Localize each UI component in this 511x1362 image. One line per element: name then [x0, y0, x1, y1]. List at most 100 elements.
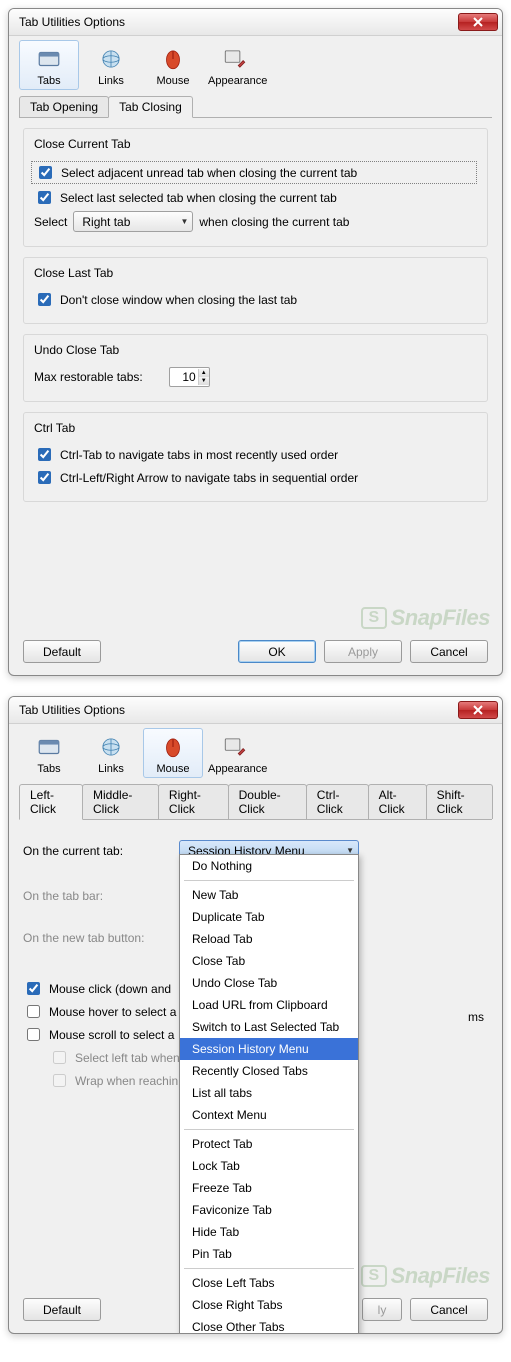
dropdown-separator: [184, 880, 354, 881]
fieldset-close-current-title: Close Current Tab: [30, 137, 135, 151]
toolbar-mouse[interactable]: Mouse: [143, 40, 203, 90]
toolbar-tabs[interactable]: Tabs: [19, 728, 79, 778]
mouse-icon: [160, 46, 186, 72]
close-icon: [473, 705, 483, 715]
dropdown-option[interactable]: Close Tab: [180, 950, 358, 972]
toolbar-appearance[interactable]: Appearance: [205, 728, 265, 778]
max-restorable-spinner[interactable]: ▲ ▼: [169, 367, 210, 387]
dropdown-option[interactable]: Load URL from Clipboard: [180, 994, 358, 1016]
dropdown-option[interactable]: Context Menu: [180, 1104, 358, 1126]
dropdown-option[interactable]: Lock Tab: [180, 1155, 358, 1177]
default-button[interactable]: Default: [23, 1298, 101, 1321]
cancel-button[interactable]: Cancel: [410, 1298, 488, 1321]
check-dont-close-label[interactable]: Don't close window when closing the last…: [34, 290, 297, 309]
dropdown-option[interactable]: Switch to Last Selected Tab: [180, 1016, 358, 1038]
toolbar-mouse[interactable]: Mouse: [143, 728, 203, 778]
tab-left-click[interactable]: Left-Click: [19, 784, 83, 820]
check-dont-close-text: Don't close window when closing the last…: [60, 293, 297, 307]
apply-button[interactable]: Apply: [324, 640, 402, 663]
select-tab-direction[interactable]: Right tab ▼: [73, 211, 193, 232]
check-mouse-scroll-label[interactable]: Mouse scroll to select a: [23, 1025, 174, 1044]
check-select-left-label[interactable]: Select left tab when: [49, 1048, 180, 1067]
window-close-button[interactable]: [458, 701, 498, 719]
dropdown-option[interactable]: Protect Tab: [180, 1133, 358, 1155]
dropdown-option[interactable]: Reload Tab: [180, 928, 358, 950]
check-adjacent[interactable]: [39, 166, 52, 179]
check-mouse-click-label[interactable]: Mouse click (down and: [23, 979, 171, 998]
fieldset-close-last-title: Close Last Tab: [30, 266, 117, 280]
spinner-up-icon[interactable]: ▲: [199, 369, 209, 377]
ok-button[interactable]: OK: [238, 640, 316, 663]
check-last-selected-label[interactable]: Select last selected tab when closing th…: [34, 188, 337, 207]
default-button[interactable]: Default: [23, 640, 101, 663]
dropdown-option[interactable]: Session History Menu: [180, 1038, 358, 1060]
check-wrap-label[interactable]: Wrap when reachin: [49, 1071, 178, 1090]
dropdown-option[interactable]: Close Other Tabs: [180, 1316, 358, 1334]
check-adjacent-label[interactable]: Select adjacent unread tab when closing …: [35, 163, 357, 182]
links-icon: [98, 46, 124, 72]
fieldset-close-last: Close Last Tab Don't close window when c…: [23, 257, 488, 324]
tab-alt-click[interactable]: Alt-Click: [368, 784, 427, 819]
left-click-panel: On the current tab: Session History Menu…: [9, 820, 502, 1290]
tab-ctrl-click[interactable]: Ctrl-Click: [306, 784, 369, 819]
select-tab-direction-value: Right tab: [82, 215, 130, 229]
check-last-selected-text: Select last selected tab when closing th…: [60, 191, 337, 205]
tab-opening[interactable]: Tab Opening: [19, 96, 109, 117]
toolbar-tabs-label: Tabs: [22, 75, 76, 87]
dropdown-option[interactable]: Undo Close Tab: [180, 972, 358, 994]
dropdown-option[interactable]: Pin Tab: [180, 1243, 358, 1265]
dropdown-option[interactable]: Faviconize Tab: [180, 1199, 358, 1221]
tab-double-click[interactable]: Double-Click: [228, 784, 307, 819]
tab-middle-click[interactable]: Middle-Click: [82, 784, 159, 819]
cancel-button[interactable]: Cancel: [410, 640, 488, 663]
dialog-mouse-leftclick: Tab Utilities Options Tabs Links Mouse A…: [8, 696, 503, 1334]
links-icon: [98, 734, 124, 760]
check-mouse-hover-label[interactable]: Mouse hover to select a: [23, 1002, 176, 1021]
appearance-icon: [222, 734, 248, 760]
check-last-selected[interactable]: [38, 191, 51, 204]
toolbar-appearance[interactable]: Appearance: [205, 40, 265, 90]
click-tab-strip: Left-Click Middle-Click Right-Click Doub…: [19, 784, 492, 820]
tabs-icon: [36, 46, 62, 72]
tabs-icon: [36, 734, 62, 760]
check-select-left[interactable]: [53, 1051, 66, 1064]
tab-right-click[interactable]: Right-Click: [158, 784, 229, 819]
dropdown-option[interactable]: Do Nothing: [180, 855, 358, 877]
toolbar-appearance-label: Appearance: [208, 75, 262, 87]
spinner-down-icon[interactable]: ▼: [199, 377, 209, 385]
window-close-button[interactable]: [458, 13, 498, 31]
select-label: Select: [34, 215, 67, 229]
current-tab-dropdown-menu[interactable]: Do Nothing New TabDuplicate TabReload Tab…: [179, 854, 359, 1334]
dialog-tabs-closing: Tab Utilities Options Tabs Links Mouse A…: [8, 8, 503, 676]
check-arrows-label[interactable]: Ctrl-Left/Right Arrow to navigate tabs i…: [34, 468, 358, 487]
toolbar-appearance-label: Appearance: [208, 763, 262, 775]
check-adjacent-text: Select adjacent unread tab when closing …: [61, 166, 357, 180]
check-mouse-hover-text: Mouse hover to select a: [49, 1005, 176, 1019]
check-mru-label[interactable]: Ctrl-Tab to navigate tabs in most recent…: [34, 445, 338, 464]
toolbar-links[interactable]: Links: [81, 728, 141, 778]
dropdown-option[interactable]: New Tab: [180, 884, 358, 906]
max-restorable-input[interactable]: [170, 370, 198, 384]
tab-closing[interactable]: Tab Closing: [108, 96, 193, 118]
check-mouse-hover[interactable]: [27, 1005, 40, 1018]
toolbar-tabs[interactable]: Tabs: [19, 40, 79, 90]
dropdown-option[interactable]: Hide Tab: [180, 1221, 358, 1243]
toolbar-tabs-label: Tabs: [22, 763, 76, 775]
dropdown-option[interactable]: Close Left Tabs: [180, 1272, 358, 1294]
dropdown-option[interactable]: Duplicate Tab: [180, 906, 358, 928]
appearance-icon: [222, 46, 248, 72]
check-dont-close[interactable]: [38, 293, 51, 306]
check-wrap-text: Wrap when reachin: [75, 1074, 178, 1088]
check-arrows[interactable]: [38, 471, 51, 484]
check-mouse-scroll[interactable]: [27, 1028, 40, 1041]
dropdown-option[interactable]: Recently Closed Tabs: [180, 1060, 358, 1082]
check-mru[interactable]: [38, 448, 51, 461]
dropdown-option[interactable]: Freeze Tab: [180, 1177, 358, 1199]
apply-button-clipped[interactable]: ly: [362, 1298, 402, 1321]
dropdown-option[interactable]: Close Right Tabs: [180, 1294, 358, 1316]
tab-shift-click[interactable]: Shift-Click: [426, 784, 493, 819]
check-mouse-click[interactable]: [27, 982, 40, 995]
check-wrap[interactable]: [53, 1074, 66, 1087]
dropdown-option[interactable]: List all tabs: [180, 1082, 358, 1104]
toolbar-links[interactable]: Links: [81, 40, 141, 90]
